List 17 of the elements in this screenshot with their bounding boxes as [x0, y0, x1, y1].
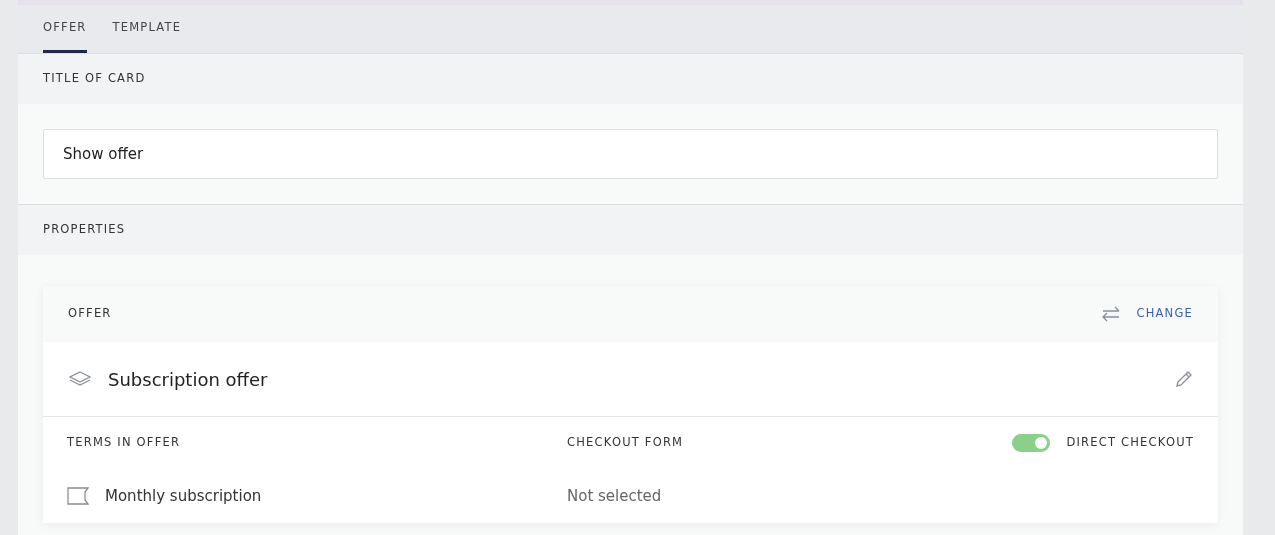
section-heading: TITLE OF CARD [43, 70, 146, 88]
column-heading: CHECKOUT FORM [567, 434, 684, 452]
toggle-label: DIRECT CHECKOUT [1066, 434, 1194, 452]
pencil-icon[interactable] [1175, 370, 1193, 388]
ticket-icon [67, 487, 89, 506]
swap-arrows-icon [1102, 306, 1121, 322]
tab[interactable]: TEMPLATE [112, 5, 182, 53]
column-heading: TERMS IN OFFER [67, 434, 182, 452]
section-heading: PROPERTIES [43, 221, 126, 239]
title-input-field[interactable]: Show offer [43, 129, 1218, 179]
direct-checkout-toggle[interactable] [1012, 434, 1051, 452]
change-button[interactable]: CHANGE [1136, 305, 1193, 323]
layers-icon [68, 371, 92, 387]
card-heading: OFFER [68, 305, 112, 323]
offer-name: Subscription offer [108, 367, 268, 392]
checkout-value: Not selected [567, 486, 662, 507]
term-name: Monthly subscription [105, 486, 262, 507]
